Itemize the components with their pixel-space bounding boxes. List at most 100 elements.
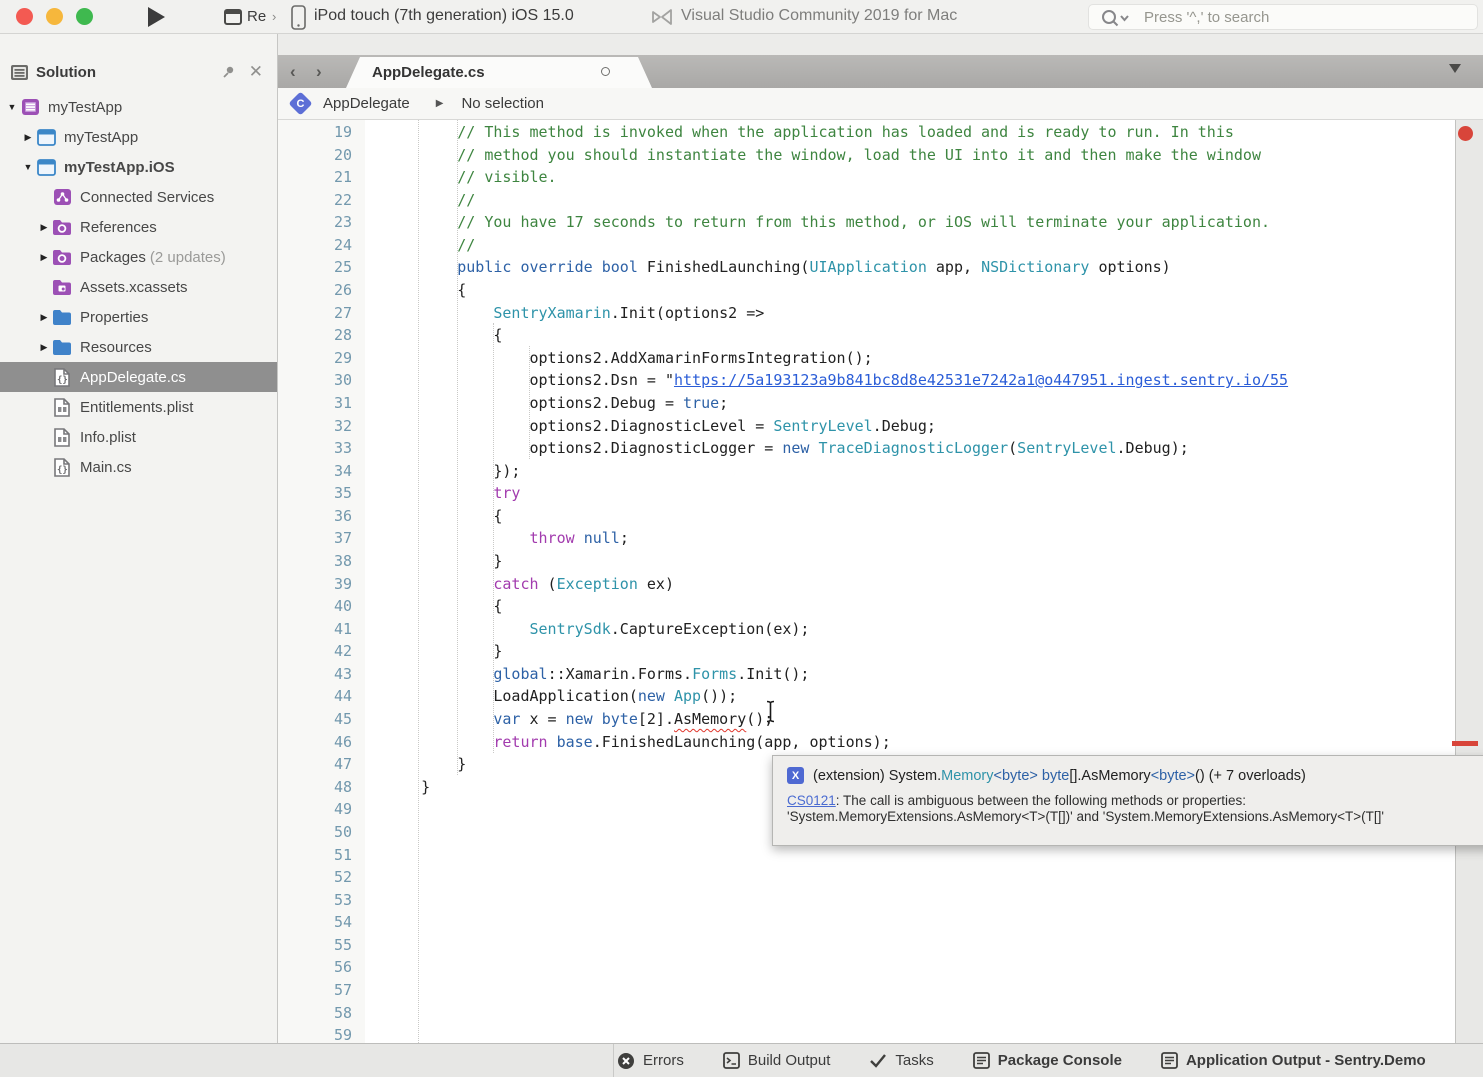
line-number[interactable]: 39 — [278, 573, 352, 596]
code-line-35[interactable]: 35 try — [278, 482, 1455, 505]
search-input[interactable]: Press '^,' to search — [1088, 4, 1478, 30]
line-number[interactable]: 53 — [278, 889, 352, 912]
code-line-41[interactable]: 41 SentrySdk.CaptureException(ex); — [278, 618, 1455, 641]
line-number[interactable]: 47 — [278, 753, 352, 776]
sidebar-item-assets-xcassets[interactable]: Assets.xcassets — [0, 272, 277, 302]
code-line-59[interactable]: 59 — [278, 1024, 1455, 1043]
close-window-button[interactable] — [16, 8, 33, 25]
sidebar-item-mytestapp[interactable]: ▶myTestApp — [0, 122, 277, 152]
sidebar-item-info-plist[interactable]: Info.plist — [0, 422, 277, 452]
line-number[interactable]: 49 — [278, 798, 352, 821]
code-line-52[interactable]: 52 — [278, 866, 1455, 889]
maximize-window-button[interactable] — [76, 8, 93, 25]
pad-button-tasks[interactable]: Tasks — [869, 1052, 933, 1069]
code-line-22[interactable]: 22 // — [278, 189, 1455, 212]
sidebar-item-packages[interactable]: ▶Packages (2 updates) — [0, 242, 277, 272]
line-number[interactable]: 34 — [278, 460, 352, 483]
line-number[interactable]: 36 — [278, 505, 352, 528]
line-number[interactable]: 20 — [278, 144, 352, 167]
line-number[interactable]: 42 — [278, 640, 352, 663]
sidebar-item-entitlements-plist[interactable]: Entitlements.plist — [0, 392, 277, 422]
line-number[interactable]: 58 — [278, 1002, 352, 1025]
sidebar-item-resources[interactable]: ▶Resources — [0, 332, 277, 362]
line-number[interactable]: 52 — [278, 866, 352, 889]
line-number[interactable]: 27 — [278, 302, 352, 325]
line-number[interactable]: 46 — [278, 731, 352, 754]
line-number[interactable]: 57 — [278, 979, 352, 1002]
pad-button-errors[interactable]: Errors — [617, 1052, 684, 1070]
run-button[interactable] — [148, 7, 165, 27]
code-line-36[interactable]: 36 { — [278, 505, 1455, 528]
minimize-window-button[interactable] — [46, 8, 63, 25]
error-indicator-dot[interactable] — [1458, 126, 1473, 141]
pad-button-application-output-sentry-demo[interactable]: Application Output - Sentry.Demo — [1161, 1052, 1426, 1069]
line-number[interactable]: 24 — [278, 234, 352, 257]
line-number[interactable]: 41 — [278, 618, 352, 641]
line-number[interactable]: 44 — [278, 685, 352, 708]
tab-list-dropdown-icon[interactable] — [1449, 64, 1461, 73]
code-line-51[interactable]: 51 — [278, 844, 1455, 867]
chevron-collapsed-icon[interactable]: ▶ — [20, 132, 36, 143]
code-line-46[interactable]: 46 return base.FinishedLaunching(app, op… — [278, 731, 1455, 754]
code-line-31[interactable]: 31 options2.Debug = true; — [278, 392, 1455, 415]
sidebar-item-mytestapp[interactable]: ▼myTestApp — [0, 92, 277, 122]
code-line-21[interactable]: 21 // visible. — [278, 166, 1455, 189]
pad-button-package-console[interactable]: Package Console — [973, 1052, 1122, 1069]
sidebar-item-properties[interactable]: ▶Properties — [0, 302, 277, 332]
chevron-collapsed-icon[interactable]: ▶ — [36, 222, 52, 233]
code-line-25[interactable]: 25 public override bool FinishedLaunchin… — [278, 256, 1455, 279]
sidebar-item-mytestapp-ios[interactable]: ▼myTestApp.iOS — [0, 152, 277, 182]
sidebar-item-references[interactable]: ▶References — [0, 212, 277, 242]
line-number[interactable]: 32 — [278, 415, 352, 438]
line-number[interactable]: 33 — [278, 437, 352, 460]
code-line-58[interactable]: 58 — [278, 1002, 1455, 1025]
line-number[interactable]: 31 — [278, 392, 352, 415]
line-number[interactable]: 38 — [278, 550, 352, 573]
line-number[interactable]: 43 — [278, 663, 352, 686]
line-number[interactable]: 55 — [278, 934, 352, 957]
sidebar-item-main-cs[interactable]: {}Main.cs — [0, 452, 277, 482]
breadcrumb-class[interactable]: AppDelegate — [323, 95, 410, 112]
pin-pad-icon[interactable] — [221, 64, 237, 80]
line-number[interactable]: 54 — [278, 911, 352, 934]
line-number[interactable]: 28 — [278, 324, 352, 347]
navigate-back-button[interactable]: ‹ — [290, 62, 296, 82]
line-number[interactable]: 21 — [278, 166, 352, 189]
editor-scrollbar[interactable] — [1455, 120, 1483, 1043]
sidebar-item-connected-services[interactable]: Connected Services — [0, 182, 277, 212]
chevron-expanded-icon[interactable]: ▼ — [20, 162, 36, 172]
line-number[interactable]: 22 — [278, 189, 352, 212]
code-line-56[interactable]: 56 — [278, 956, 1455, 979]
close-pad-icon[interactable]: ✕ — [249, 62, 263, 82]
error-code-link[interactable]: CS0121 — [787, 793, 836, 808]
line-number[interactable]: 51 — [278, 844, 352, 867]
code-line-53[interactable]: 53 — [278, 889, 1455, 912]
line-number[interactable]: 40 — [278, 595, 352, 618]
chevron-collapsed-icon[interactable]: ▶ — [36, 342, 52, 353]
code-line-34[interactable]: 34 }); — [278, 460, 1455, 483]
code-line-40[interactable]: 40 { — [278, 595, 1455, 618]
code-line-38[interactable]: 38 } — [278, 550, 1455, 573]
code-line-32[interactable]: 32 options2.DiagnosticLevel = SentryLeve… — [278, 415, 1455, 438]
code-line-27[interactable]: 27 SentryXamarin.Init(options2 => — [278, 302, 1455, 325]
line-number[interactable]: 56 — [278, 956, 352, 979]
code-line-43[interactable]: 43 global::Xamarin.Forms.Forms.Init(); — [278, 663, 1455, 686]
code-line-26[interactable]: 26 { — [278, 279, 1455, 302]
line-number[interactable]: 23 — [278, 211, 352, 234]
sidebar-item-appdelegate-cs[interactable]: {}AppDelegate.cs — [0, 362, 277, 392]
line-number[interactable]: 50 — [278, 821, 352, 844]
code-line-19[interactable]: 19 // This method is invoked when the ap… — [278, 121, 1455, 144]
code-line-37[interactable]: 37 throw null; — [278, 527, 1455, 550]
chevron-collapsed-icon[interactable]: ▶ — [36, 252, 52, 263]
configuration-selector[interactable]: Re — [247, 8, 266, 25]
device-selector[interactable]: iPod touch (7th generation) iOS 15.0 — [314, 7, 624, 25]
code-line-33[interactable]: 33 options2.DiagnosticLogger = new Trace… — [278, 437, 1455, 460]
code-line-45[interactable]: 45 var x = new byte[2].AsMemory(); — [278, 708, 1455, 731]
code-line-54[interactable]: 54 — [278, 911, 1455, 934]
line-number[interactable]: 59 — [278, 1024, 352, 1043]
code-line-23[interactable]: 23 // You have 17 seconds to return from… — [278, 211, 1455, 234]
tab-appdelegate[interactable]: AppDelegate.cs — [346, 57, 652, 88]
code-line-28[interactable]: 28 { — [278, 324, 1455, 347]
navigate-forward-button[interactable]: › — [316, 62, 322, 82]
breadcrumb-selection[interactable]: No selection — [461, 95, 544, 112]
